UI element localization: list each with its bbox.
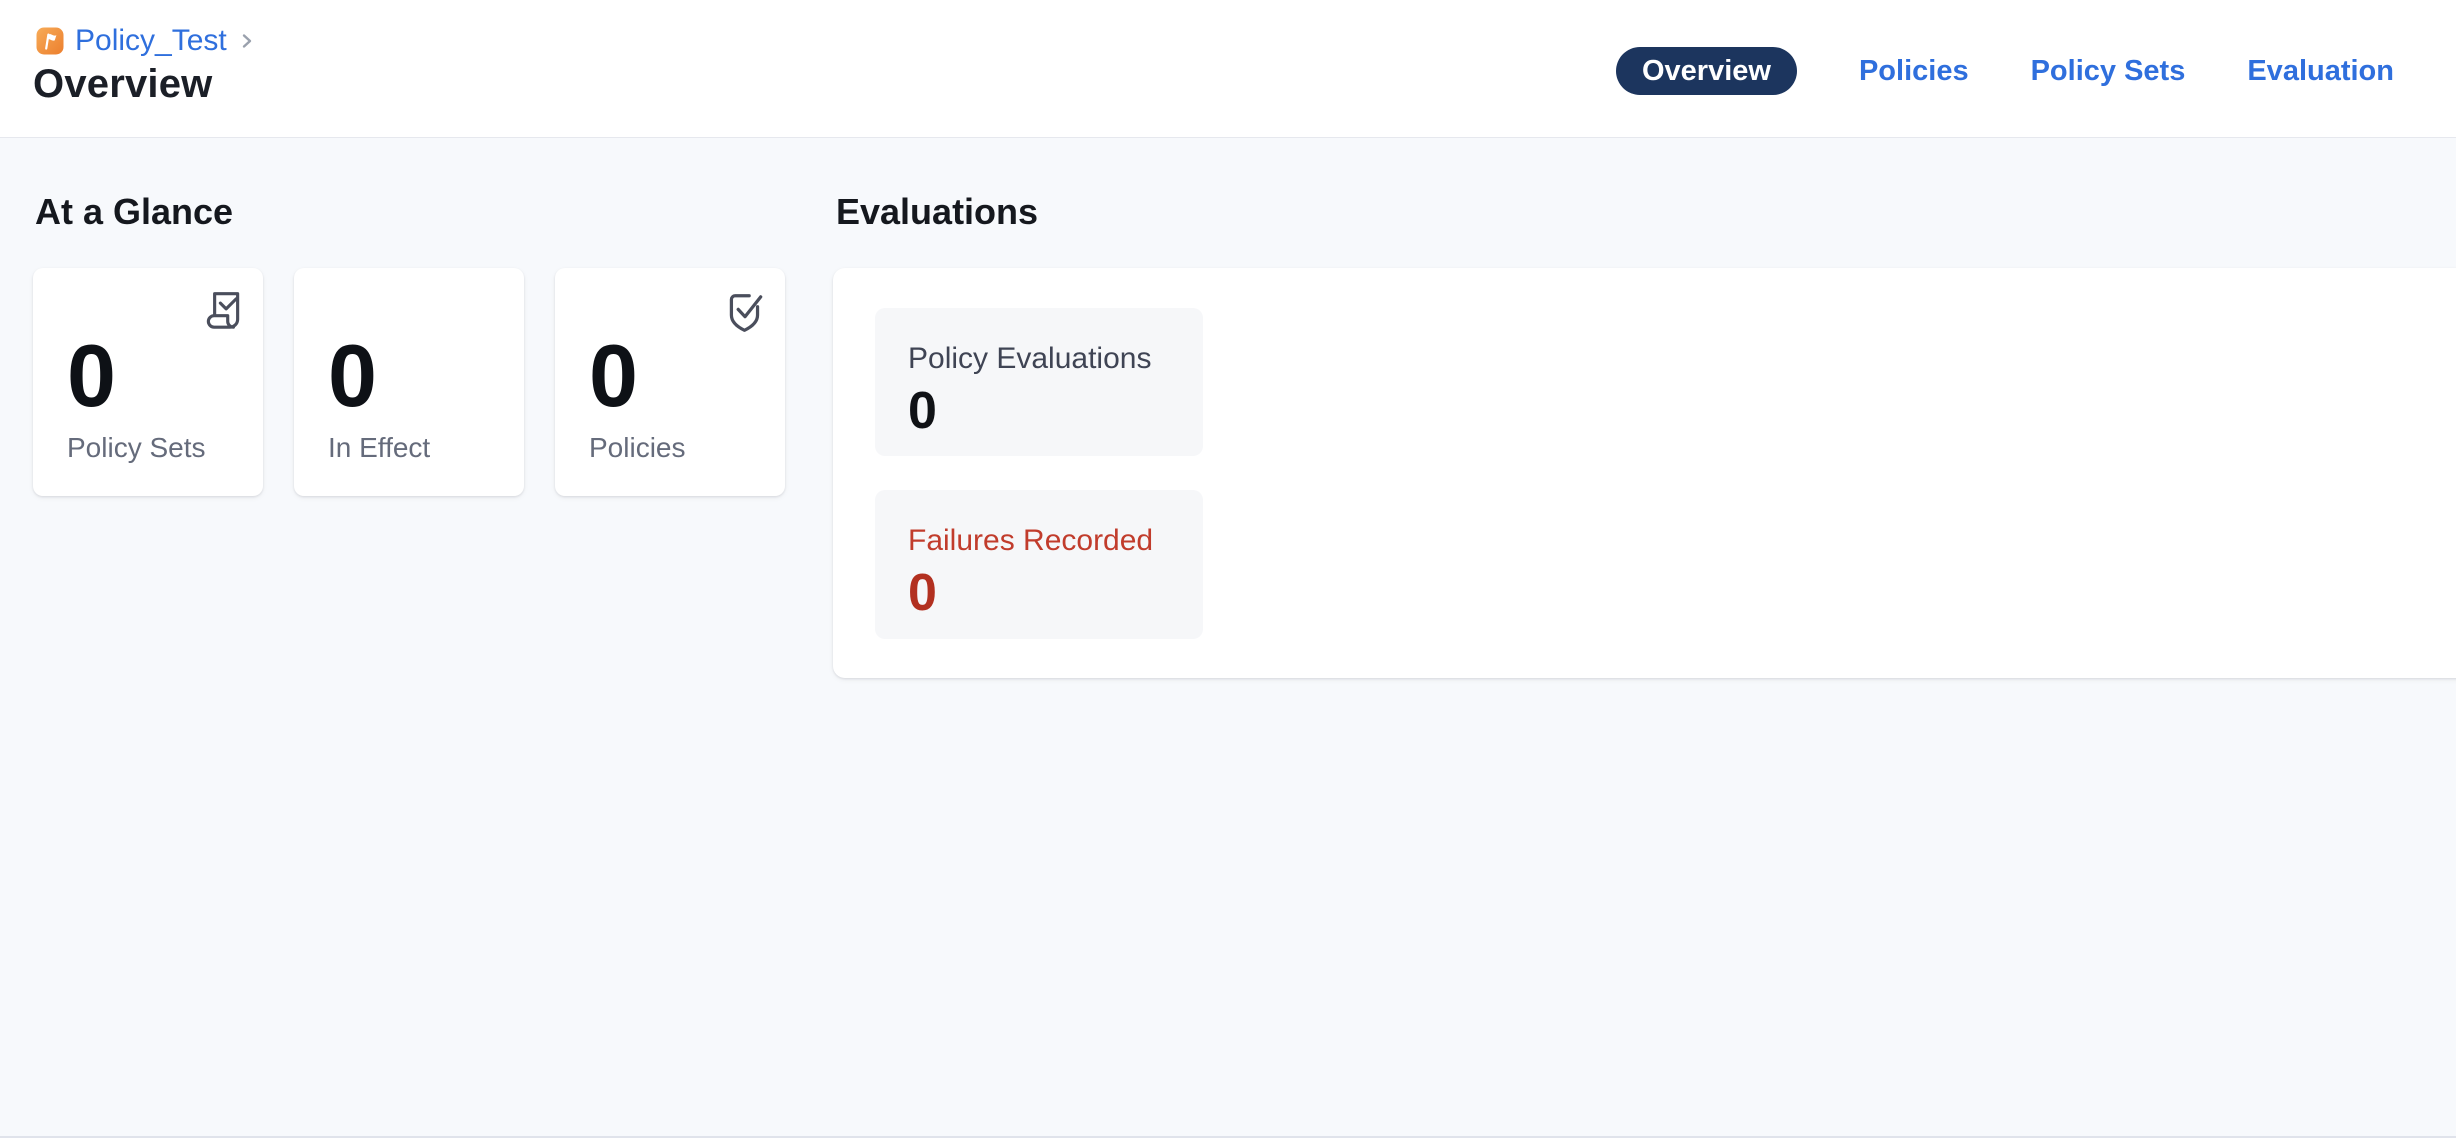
glance-heading: At a Glance (35, 192, 233, 232)
evaluations-panel: Policy Evaluations 0 Failures Recorded 0 (833, 268, 2456, 678)
breadcrumb-project-link[interactable]: Policy_Test (75, 25, 227, 57)
glance-card-policy-sets: 0 Policy Sets (33, 268, 263, 496)
evaluations-heading: Evaluations (836, 192, 1038, 232)
stat-label: Failures Recorded (908, 523, 1153, 559)
chevron-right-icon (240, 32, 254, 50)
flag-icon (36, 27, 64, 55)
stat-label: Policy Sets (67, 432, 206, 464)
top-nav: Overview Policies Policy Sets Evaluation (1616, 47, 2394, 95)
tab-overview[interactable]: Overview (1616, 47, 1797, 95)
stat-label: Policies (589, 432, 685, 464)
tab-evaluation[interactable]: Evaluation (2247, 47, 2394, 95)
breadcrumb: Policy_Test (36, 25, 254, 57)
failures-recorded-tile: Failures Recorded 0 (875, 490, 1203, 639)
stat-value: 0 (589, 332, 638, 420)
page-title: Overview (33, 60, 213, 108)
tab-policies[interactable]: Policies (1859, 47, 1969, 95)
stat-value: 0 (908, 564, 937, 622)
stat-value: 0 (67, 332, 116, 420)
policy-evaluations-tile: Policy Evaluations 0 (875, 308, 1203, 456)
scroll-check-icon (202, 289, 244, 335)
glance-card-policies: 0 Policies (555, 268, 785, 496)
tab-policy-sets[interactable]: Policy Sets (2031, 47, 2186, 95)
shield-check-icon (724, 289, 766, 335)
app-root: Policy_Test Overview Overview Policies P… (0, 0, 2456, 1138)
stat-value: 0 (328, 332, 377, 420)
glance-cards: 0 Policy Sets 0 In Effect 0 Policies (33, 268, 785, 496)
stat-value: 0 (908, 382, 937, 440)
stat-label: In Effect (328, 432, 430, 464)
stat-label: Policy Evaluations (908, 341, 1151, 377)
page-header: Policy_Test Overview Overview Policies P… (0, 0, 2456, 138)
glance-card-in-effect: 0 In Effect (294, 268, 524, 496)
